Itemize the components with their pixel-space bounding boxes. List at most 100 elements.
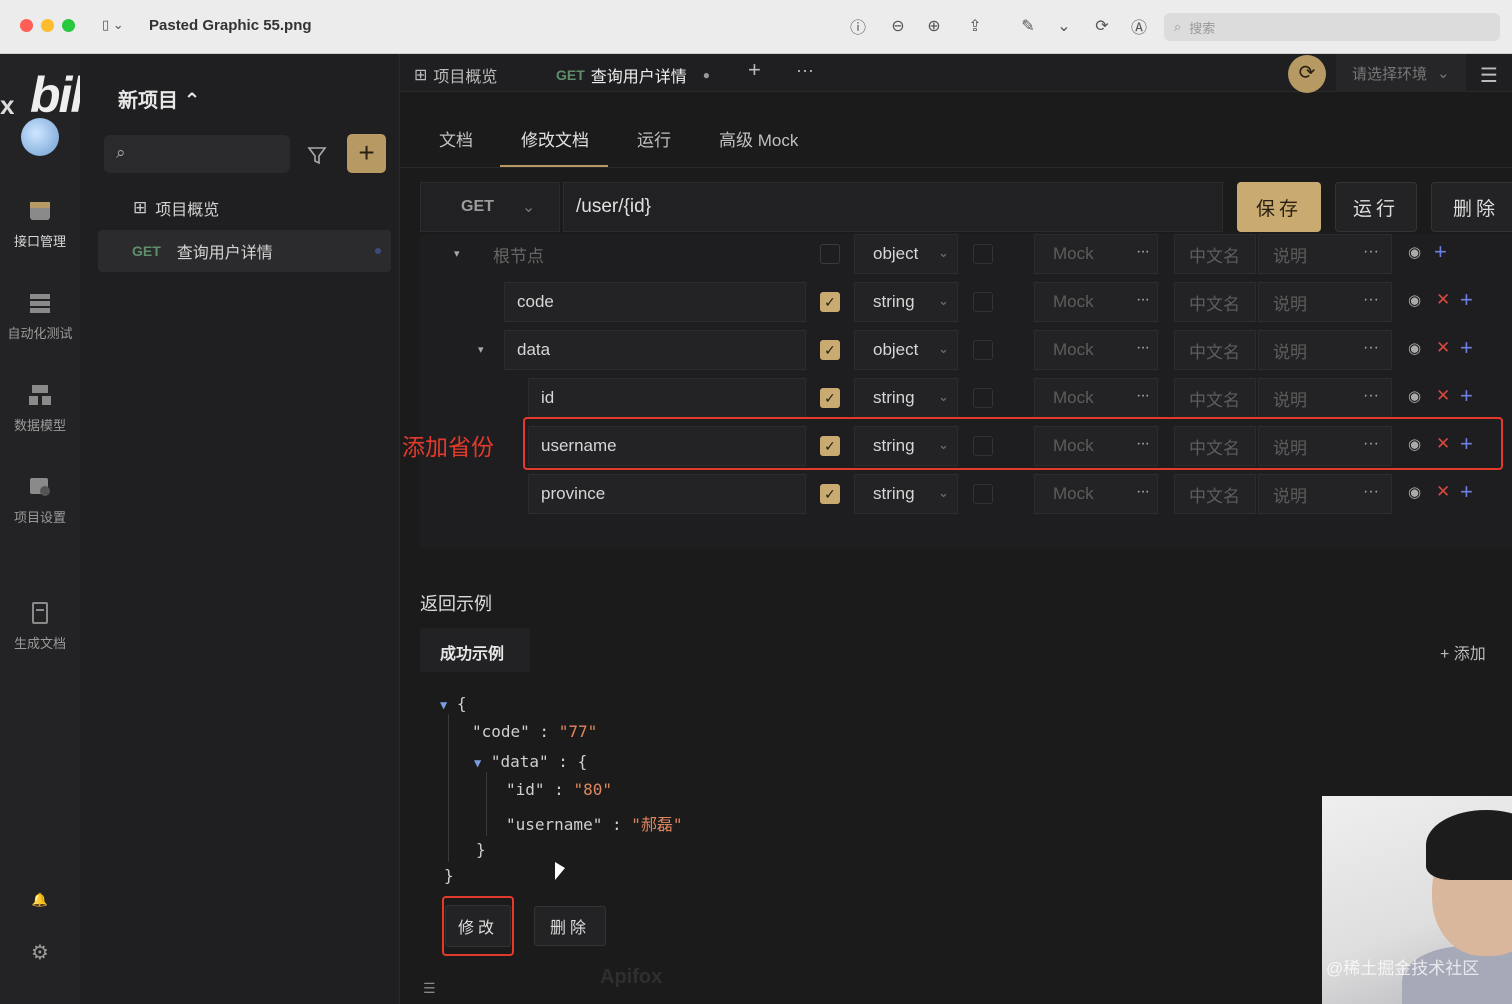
- add-sibling-icon[interactable]: +: [1460, 287, 1473, 313]
- sidebar-item-overview[interactable]: ⊞ 项目概览: [98, 187, 391, 229]
- collapse-toggle-icon[interactable]: ▾: [478, 343, 484, 356]
- close-window-button[interactable]: [20, 19, 33, 32]
- mock-field[interactable]: Mock ···: [1034, 330, 1158, 370]
- collapse-panel-icon[interactable]: ☰: [423, 980, 436, 997]
- run-button[interactable]: 运行: [1335, 182, 1417, 232]
- settings-gear-icon[interactable]: ⚙: [0, 940, 80, 965]
- more-icon[interactable]: ···: [1363, 243, 1379, 261]
- settings-eye-icon[interactable]: ◉: [1408, 483, 1421, 501]
- subtab-advanced-mock[interactable]: 高级 Mock: [719, 126, 798, 151]
- hamburger-menu-icon[interactable]: ☰: [1480, 63, 1498, 88]
- desc-field[interactable]: 说明 ···: [1258, 330, 1392, 370]
- annotate-icon[interactable]: Ⓐ: [1127, 14, 1151, 38]
- cn-name-field[interactable]: 中文名: [1174, 378, 1256, 418]
- subtab-run[interactable]: 运行: [637, 126, 671, 151]
- settings-eye-icon[interactable]: ◉: [1408, 291, 1421, 309]
- nullable-checkbox[interactable]: [973, 244, 993, 264]
- project-switcher[interactable]: 新项目 ⌃: [118, 84, 200, 113]
- nullable-checkbox[interactable]: [973, 388, 993, 408]
- subtab-edit-doc[interactable]: 修改文档: [521, 126, 589, 151]
- settings-eye-icon[interactable]: ◉: [1408, 339, 1421, 357]
- nullable-checkbox[interactable]: [973, 292, 993, 312]
- edit-example-button[interactable]: 修改: [444, 905, 511, 947]
- more-icon[interactable]: ···: [1136, 387, 1150, 405]
- add-sibling-icon[interactable]: +: [1460, 335, 1473, 361]
- more-icon[interactable]: ···: [1363, 387, 1379, 405]
- mock-field[interactable]: Mock ···: [1034, 234, 1158, 274]
- cn-name-field[interactable]: 中文名: [1174, 474, 1256, 514]
- environment-select[interactable]: 请选择环境 ⌄: [1336, 54, 1466, 92]
- rail-item-auto-test[interactable]: 自动化测试: [0, 292, 80, 342]
- required-checkbox[interactable]: ✓: [820, 340, 840, 360]
- mock-field[interactable]: Mock ···: [1034, 474, 1158, 514]
- field-name-input[interactable]: data: [504, 330, 806, 370]
- more-tabs-icon[interactable]: ···: [796, 60, 814, 81]
- notification-bell-icon[interactable]: 🔔: [0, 892, 80, 908]
- settings-eye-icon[interactable]: ◉: [1408, 387, 1421, 405]
- more-icon[interactable]: ···: [1363, 483, 1379, 501]
- delete-field-icon[interactable]: ✕: [1436, 386, 1450, 406]
- required-checkbox[interactable]: ✓: [820, 484, 840, 504]
- nullable-checkbox[interactable]: [973, 340, 993, 360]
- sidebar-item-get-user[interactable]: GET 查询用户详情: [98, 230, 391, 272]
- save-button[interactable]: 保存: [1237, 182, 1321, 232]
- sidebar-toggle-icon[interactable]: ▯ ⌄: [102, 17, 136, 37]
- collapse-toggle-icon[interactable]: ▾: [454, 247, 460, 260]
- required-checkbox[interactable]: ✓: [820, 388, 840, 408]
- more-icon[interactable]: ···: [1136, 243, 1150, 261]
- unsaved-dot-icon[interactable]: ●: [703, 68, 710, 82]
- filter-icon[interactable]: [300, 139, 334, 171]
- zoom-out-icon[interactable]: ⊖: [886, 14, 910, 38]
- markup-pen-icon[interactable]: ✎: [1016, 14, 1040, 38]
- rail-item-generate-doc[interactable]: 生成文档: [0, 602, 80, 652]
- desc-field[interactable]: 说明 ···: [1258, 378, 1392, 418]
- share-icon[interactable]: ⇪: [963, 14, 987, 38]
- field-name-input[interactable]: id: [528, 378, 806, 418]
- type-select[interactable]: string ⌄: [854, 282, 958, 322]
- cn-name-field[interactable]: 中文名: [1174, 330, 1256, 370]
- new-tab-plus-icon[interactable]: +: [748, 57, 761, 83]
- more-icon[interactable]: ···: [1136, 291, 1150, 309]
- add-api-button[interactable]: +: [347, 134, 386, 173]
- type-select[interactable]: object ⌄: [854, 330, 958, 370]
- delete-button[interactable]: 删除: [1431, 182, 1512, 232]
- desc-field[interactable]: 说明 ···: [1258, 234, 1392, 274]
- required-checkbox[interactable]: ✓: [820, 292, 840, 312]
- mock-field[interactable]: Mock ···: [1034, 378, 1158, 418]
- type-select[interactable]: string ⌄: [854, 378, 958, 418]
- zoom-in-icon[interactable]: ⊕: [922, 14, 946, 38]
- cn-name-field[interactable]: 中文名: [1174, 282, 1256, 322]
- more-icon[interactable]: ···: [1136, 339, 1150, 357]
- info-icon[interactable]: ⓘ: [846, 14, 870, 38]
- required-checkbox[interactable]: [820, 244, 840, 264]
- delete-example-button[interactable]: 删除: [534, 906, 606, 946]
- minimize-window-button[interactable]: [41, 19, 54, 32]
- type-select[interactable]: string ⌄: [854, 474, 958, 514]
- more-icon[interactable]: ···: [1363, 339, 1379, 357]
- add-example-button[interactable]: + 添加: [1440, 640, 1486, 664]
- delete-field-icon[interactable]: ✕: [1436, 290, 1450, 310]
- chevron-down-icon[interactable]: ⌄: [1052, 14, 1076, 38]
- rail-item-data-model[interactable]: 数据模型: [0, 384, 80, 434]
- zoom-window-button[interactable]: [62, 19, 75, 32]
- rail-item-api-manage[interactable]: 接口管理: [0, 200, 80, 250]
- subtab-doc[interactable]: 文档: [439, 126, 473, 151]
- delete-field-icon[interactable]: ✕: [1436, 482, 1450, 502]
- rotate-icon[interactable]: ⟳: [1090, 14, 1114, 38]
- nullable-checkbox[interactable]: [973, 484, 993, 504]
- tab-success-example[interactable]: 成功示例: [420, 628, 530, 672]
- cn-name-field[interactable]: 中文名: [1174, 234, 1256, 274]
- method-select[interactable]: GET ⌄: [420, 182, 560, 232]
- desc-field[interactable]: 说明 ···: [1258, 474, 1392, 514]
- more-icon[interactable]: ···: [1136, 483, 1150, 501]
- sync-icon[interactable]: ⟳: [1288, 55, 1326, 93]
- delete-field-icon[interactable]: ✕: [1436, 338, 1450, 358]
- rail-item-project-settings[interactable]: 项目设置: [0, 476, 80, 526]
- tab-overview[interactable]: ⊞ 项目概览: [414, 63, 497, 87]
- field-name-input[interactable]: code: [504, 282, 806, 322]
- add-sibling-icon[interactable]: +: [1460, 383, 1473, 409]
- add-child-icon[interactable]: +: [1434, 239, 1447, 265]
- more-icon[interactable]: ···: [1363, 291, 1379, 309]
- json-collapse-icon[interactable]: ▼: [474, 756, 481, 770]
- settings-eye-icon[interactable]: ◉: [1408, 243, 1421, 261]
